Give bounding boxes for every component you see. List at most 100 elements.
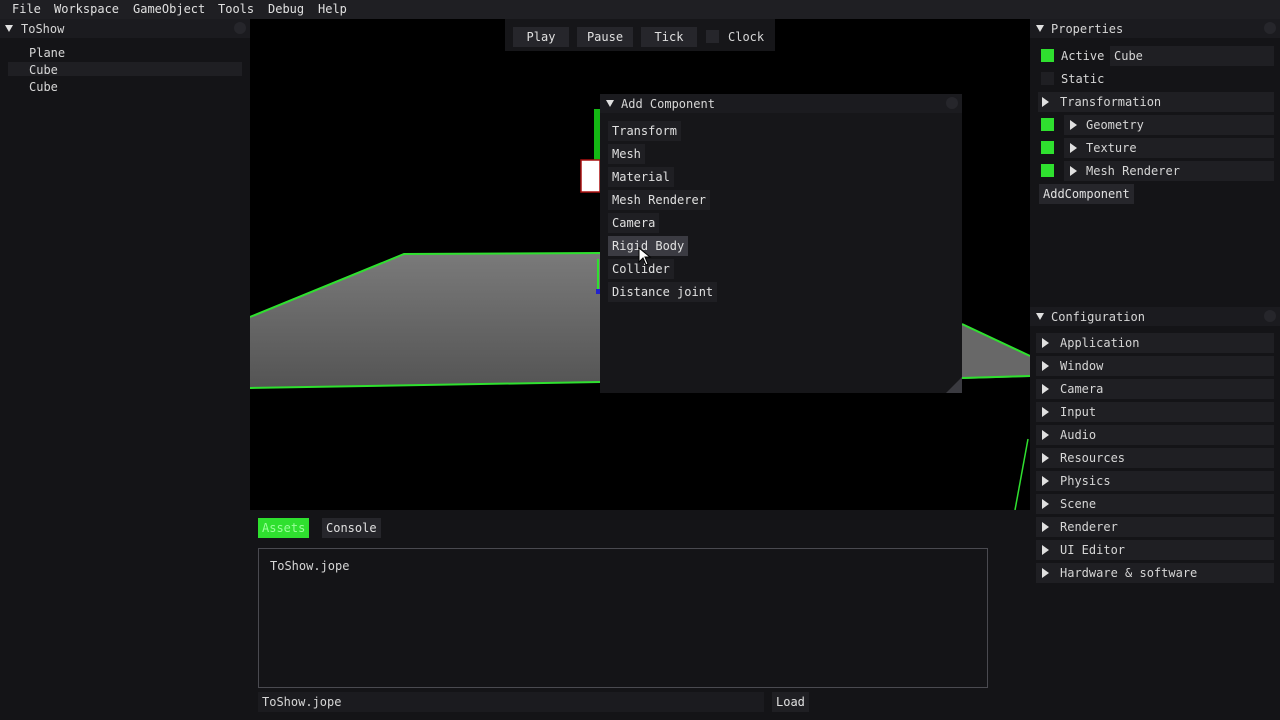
collapse-arrow-icon[interactable] [5,25,13,32]
add-component-button[interactable]: AddComponent [1039,184,1134,204]
menu-file[interactable]: File [12,2,41,16]
add-distance-joint-item[interactable]: Distance joint [608,282,718,302]
texture-header[interactable]: Texture [1064,138,1274,158]
expand-arrow-icon [1042,430,1049,440]
pause-button[interactable]: Pause [577,27,633,47]
expand-arrow-icon[interactable] [1070,166,1077,176]
hierarchy-item-cube-2[interactable]: Cube [29,80,58,94]
active-checkbox[interactable] [1041,49,1054,62]
mesh-renderer-header[interactable]: Mesh Renderer [1064,161,1274,181]
menu-gameobject[interactable]: GameObject [133,2,205,16]
menu-bar: File Workspace GameObject Tools Debug He… [0,0,1280,19]
add-component-titlebar[interactable]: Add Component [600,94,962,113]
asset-path-value: ToShow.jope [262,695,342,709]
config-hardware-label: Hardware & software [1060,566,1198,580]
config-scene[interactable]: Scene [1036,494,1274,514]
mouse-cursor-icon [638,247,652,266]
geometry-header[interactable]: Geometry [1064,115,1274,135]
config-camera-label: Camera [1060,382,1104,396]
texture-label: Texture [1086,141,1137,155]
expand-arrow-icon[interactable] [1070,120,1077,130]
clock-checkbox[interactable] [706,30,719,43]
config-audio[interactable]: Audio [1036,425,1274,445]
mesh-renderer-label: Mesh Renderer [1086,164,1180,178]
active-label: Active [1061,49,1105,63]
hierarchy-titlebar[interactable]: ToShow [0,19,250,38]
add-component-title: Add Component [621,97,715,111]
configuration-title: Configuration [1051,310,1145,324]
static-label: Static [1061,72,1105,86]
config-hardware[interactable]: Hardware & software [1036,563,1274,583]
add-transform-item[interactable]: Transform [608,121,682,141]
config-application[interactable]: Application [1036,333,1274,353]
expand-arrow-icon [1042,338,1049,348]
tab-console[interactable]: Console [322,518,381,538]
menu-workspace[interactable]: Workspace [54,2,119,16]
collapse-arrow-icon[interactable] [606,100,614,107]
expand-arrow-icon [1042,384,1049,394]
add-mesh-item[interactable]: Mesh [608,144,645,164]
add-camera-item[interactable]: Camera [608,213,660,233]
asset-path-input[interactable]: ToShow.jope [258,692,764,712]
hierarchy-panel: ToShow Plane Cube Cube [0,19,250,720]
tick-button[interactable]: Tick [641,27,697,47]
transformation-header[interactable]: Transformation [1038,92,1274,112]
cube-edge-far [1014,438,1029,510]
add-material-item[interactable]: Material [608,167,674,187]
hierarchy-item-cube[interactable]: Cube [29,63,58,77]
geometry-enabled-checkbox[interactable] [1041,118,1054,131]
configuration-titlebar[interactable]: Configuration [1030,307,1280,326]
hierarchy-item-plane[interactable]: Plane [29,46,65,60]
expand-arrow-icon [1042,407,1049,417]
config-physics-label: Physics [1060,474,1111,488]
properties-titlebar[interactable]: Properties [1030,19,1280,38]
mesh-renderer-enabled-checkbox[interactable] [1041,164,1054,177]
play-button[interactable]: Play [513,27,569,47]
config-resources-label: Resources [1060,451,1126,465]
collapse-arrow-icon[interactable] [1036,313,1044,320]
expand-arrow-icon[interactable] [1042,97,1049,107]
expand-arrow-icon [1042,476,1049,486]
collapse-arrow-icon[interactable] [1036,25,1044,32]
config-window[interactable]: Window [1036,356,1274,376]
close-icon[interactable] [234,22,246,34]
properties-panel: Properties Active Cube Static Transforma… [1030,19,1280,306]
assets-panel: Assets Console ToShow.jope ToShow.jope L… [250,510,1030,720]
asset-file-item[interactable]: ToShow.jope [270,559,349,573]
expand-arrow-icon[interactable] [1070,143,1077,153]
config-input[interactable]: Input [1036,402,1274,422]
resize-grip-icon[interactable] [946,377,962,393]
config-renderer-label: Renderer [1060,520,1118,534]
config-audio-label: Audio [1060,428,1097,442]
menu-tools[interactable]: Tools [218,2,254,16]
config-resources[interactable]: Resources [1036,448,1274,468]
hierarchy-title: ToShow [21,22,65,36]
cube-mesh [580,159,601,193]
static-checkbox[interactable] [1041,72,1054,85]
config-window-label: Window [1060,359,1104,373]
config-renderer[interactable]: Renderer [1036,517,1274,537]
close-icon[interactable] [1264,22,1276,34]
expand-arrow-icon [1042,361,1049,371]
config-camera[interactable]: Camera [1036,379,1274,399]
add-mesh-renderer-item[interactable]: Mesh Renderer [608,190,710,210]
asset-browser[interactable]: ToShow.jope [258,548,988,688]
plane-mesh [250,253,600,388]
config-physics[interactable]: Physics [1036,471,1274,491]
config-ui-editor-label: UI Editor [1060,543,1126,557]
load-button[interactable]: Load [772,692,809,712]
tab-assets[interactable]: Assets [258,518,310,538]
config-scene-label: Scene [1060,497,1097,511]
texture-enabled-checkbox[interactable] [1041,141,1054,154]
menu-help[interactable]: Help [318,2,347,16]
expand-arrow-icon [1042,545,1049,555]
close-icon[interactable] [1264,310,1276,322]
configuration-panel: Configuration Application Window Camera … [1030,307,1280,720]
expand-arrow-icon [1042,453,1049,463]
properties-title: Properties [1051,22,1124,36]
expand-arrow-icon [1042,522,1049,532]
menu-debug[interactable]: Debug [268,2,304,16]
close-icon[interactable] [946,97,958,109]
expand-arrow-icon [1042,499,1049,509]
config-ui-editor[interactable]: UI Editor [1036,540,1274,560]
